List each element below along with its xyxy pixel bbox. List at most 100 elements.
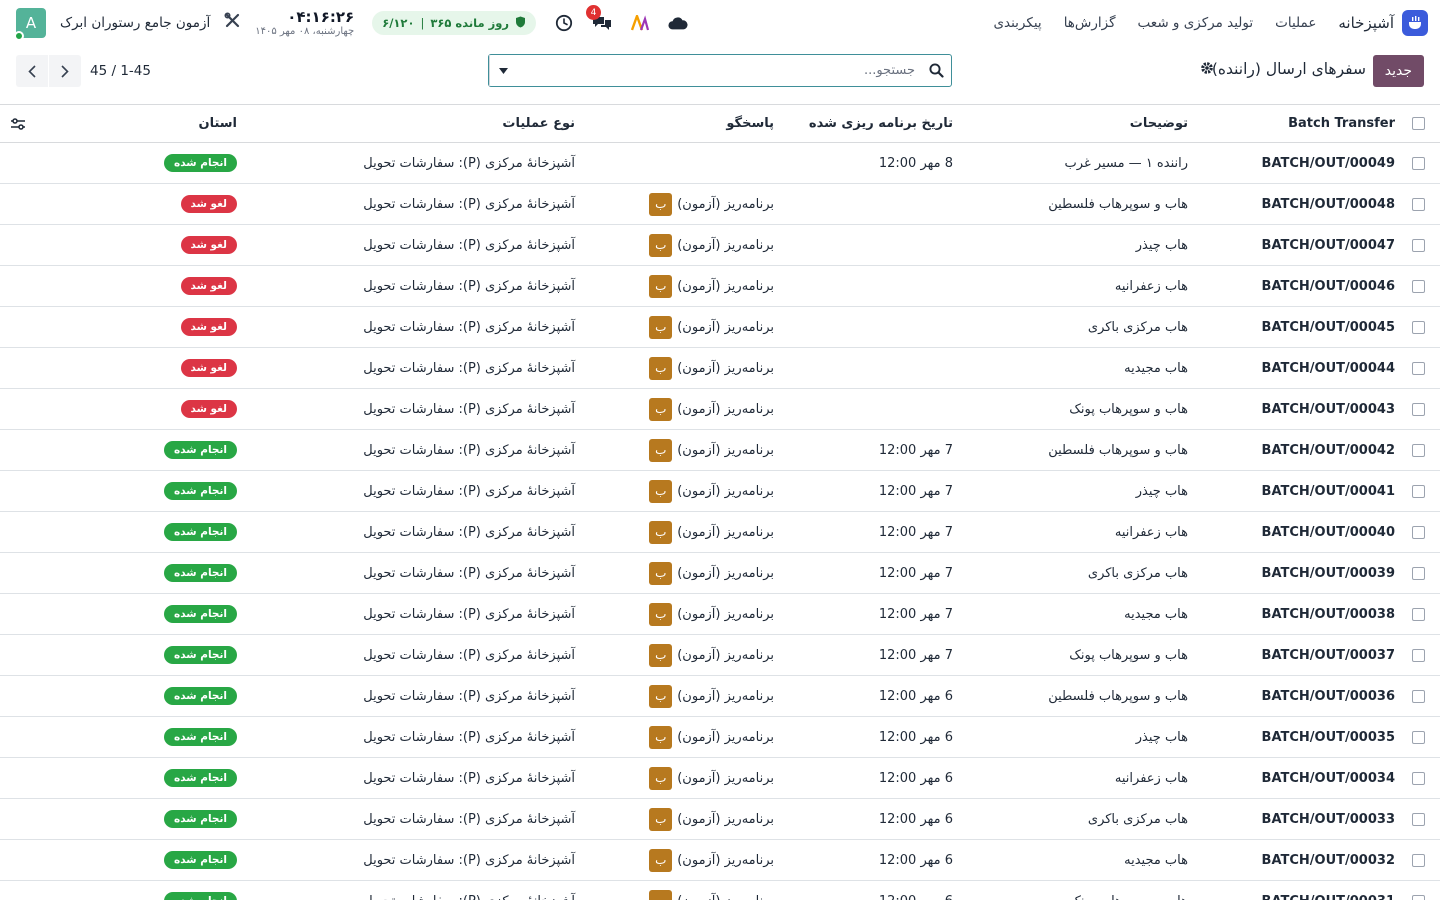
- column-header-state[interactable]: استان: [198, 105, 237, 142]
- batch-description: هاب زعفرانیه: [1114, 770, 1188, 786]
- batch-description: هاب زعفرانیه: [1114, 278, 1188, 294]
- column-header-name[interactable]: Batch Transfer: [1288, 105, 1395, 142]
- row-checkbox[interactable]: [1406, 184, 1430, 224]
- search-options-toggle[interactable]: [489, 55, 517, 86]
- tools-icon[interactable]: [224, 12, 241, 34]
- row-checkbox[interactable]: [1406, 676, 1430, 716]
- clock-widget: ۰۴:۱۶:۲۶ چهارشنبه، ۰۸ مهر ۱۴۰۵: [255, 8, 354, 38]
- table-row[interactable]: BATCH/OUT/00047 هاب چیذر ب برنامه‌ریز (آزمو…: [0, 225, 1440, 266]
- row-checkbox[interactable]: [1406, 799, 1430, 839]
- pager-range: 1-45: [120, 63, 151, 79]
- top-navbar: آشپزخانه عملیات تولید مرکزی و شعب گزارش‌…: [0, 0, 1440, 46]
- operation-type: آشپزخانهٔ مرکزی (P): سفارشات تحویل: [363, 483, 575, 499]
- batch-description: هاب مرکزی باکری: [1087, 811, 1188, 827]
- row-checkbox[interactable]: [1406, 143, 1430, 183]
- column-header-responsible[interactable]: پاسخگو: [726, 105, 774, 142]
- chevron-left-icon: [28, 64, 36, 78]
- row-checkbox[interactable]: [1406, 881, 1430, 900]
- select-all-checkbox[interactable]: [1406, 105, 1430, 142]
- company-name[interactable]: آزمون جامع رستوران ابرک: [60, 15, 210, 31]
- table-row[interactable]: BATCH/OUT/00048 هاب و سوپرهاب فلسطین ب برنا…: [0, 184, 1440, 225]
- scheduled-date: 7 مهر 12:00: [878, 606, 953, 622]
- row-checkbox[interactable]: [1406, 512, 1430, 552]
- subscription-separator: |: [420, 16, 425, 30]
- shield-icon: [515, 16, 526, 31]
- scheduled-date: 7 مهر 12:00: [878, 442, 953, 458]
- table-row[interactable]: BATCH/OUT/00049 راننده ۱ — مسیر غرب 8 مهر …: [0, 143, 1440, 184]
- operation-type: آشپزخانهٔ مرکزی (P): سفارشات تحویل: [363, 196, 575, 212]
- kitchen-app-icon[interactable]: [1402, 10, 1428, 36]
- row-checkbox[interactable]: [1406, 758, 1430, 798]
- row-checkbox[interactable]: [1406, 717, 1430, 757]
- row-checkbox[interactable]: [1406, 266, 1430, 306]
- batch-name: BATCH/OUT/00039: [1261, 565, 1395, 581]
- table-row[interactable]: BATCH/OUT/00033 هاب مرکزی باکری 6 مهر 12:0…: [0, 799, 1440, 840]
- responsible-avatar: ب: [649, 315, 673, 339]
- table-row[interactable]: BATCH/OUT/00039 هاب مرکزی باکری 7 مهر 12:0…: [0, 553, 1440, 594]
- row-checkbox[interactable]: [1406, 307, 1430, 347]
- row-checkbox[interactable]: [1406, 594, 1430, 634]
- responsible-name: برنامه‌ریز (آزمون): [677, 894, 774, 900]
- menu-configuration[interactable]: پیکربندی: [993, 15, 1041, 31]
- gear-icon[interactable]: [1200, 61, 1214, 79]
- batch-name: BATCH/OUT/00043: [1261, 401, 1395, 417]
- responsible-avatar: ب: [649, 643, 673, 667]
- new-button[interactable]: جدید: [1372, 55, 1424, 87]
- responsible-user: ببرنامه‌ریز (آزمون): [649, 479, 774, 503]
- responsible-name: برنامه‌ریز (آزمون): [677, 401, 774, 417]
- pager-next-button[interactable]: [49, 55, 81, 87]
- column-header-operation-type[interactable]: نوع عملیات: [502, 105, 575, 142]
- pager: 45 / 1-45: [16, 55, 151, 87]
- responsible-avatar: ب: [649, 807, 673, 831]
- row-checkbox[interactable]: [1406, 225, 1430, 265]
- row-checkbox[interactable]: [1406, 348, 1430, 388]
- column-header-description[interactable]: توضیحات: [1130, 105, 1188, 142]
- table-row[interactable]: BATCH/OUT/00035 هاب چیذر 6 مهر 12:00 ب برنام…: [0, 717, 1440, 758]
- batch-description: هاب و سوپرهاب پونک: [1069, 401, 1188, 417]
- pager-value[interactable]: 45 / 1-45: [90, 63, 151, 79]
- online-status-icon: [14, 31, 24, 41]
- row-checkbox[interactable]: [1406, 471, 1430, 511]
- table-row[interactable]: BATCH/OUT/00045 هاب مرکزی باکری ب برنامه‌ری…: [0, 307, 1440, 348]
- table-row[interactable]: BATCH/OUT/00046 هاب زعفرانیه ب برنامه‌ریز (…: [0, 266, 1440, 307]
- batch-name: BATCH/OUT/00032: [1261, 852, 1395, 868]
- optional-columns-icon[interactable]: [10, 105, 26, 142]
- responsible-user: ببرنامه‌ریز (آزمون): [649, 315, 774, 339]
- pager-total: 45: [90, 63, 108, 79]
- app-brand[interactable]: آشپزخانه: [1338, 14, 1394, 32]
- responsible-name: برنامه‌ریز (آزمون): [677, 647, 774, 663]
- table-row[interactable]: BATCH/OUT/00044 هاب مجیدیه ب برنامه‌ریز (آز…: [0, 348, 1440, 389]
- table-row[interactable]: BATCH/OUT/00041 هاب چیذر 7 مهر 12:00 ب برنام…: [0, 471, 1440, 512]
- table-row[interactable]: BATCH/OUT/00034 هاب زعفرانیه 6 مهر 12:00 ب ب…: [0, 758, 1440, 799]
- row-checkbox[interactable]: [1406, 553, 1430, 593]
- table-row[interactable]: BATCH/OUT/00036 هاب و سوپرهاب فلسطین 6 مهر…: [0, 676, 1440, 717]
- ai-icon[interactable]: [630, 13, 650, 33]
- search-input[interactable]: [517, 55, 921, 86]
- menu-reports[interactable]: گزارش‌ها: [1064, 15, 1116, 31]
- search-icon[interactable]: [921, 63, 951, 78]
- table-row[interactable]: BATCH/OUT/00042 هاب و سوپرهاب فلسطین 7 مهر…: [0, 430, 1440, 471]
- table-row[interactable]: BATCH/OUT/00040 هاب زعفرانیه 7 مهر 12:00 ب ب…: [0, 512, 1440, 553]
- status-badge: انجام شده: [164, 687, 237, 705]
- pager-previous-button[interactable]: [16, 55, 48, 87]
- page-title: سفرهای ارسال (راننده): [1211, 60, 1366, 78]
- row-checkbox[interactable]: [1406, 430, 1430, 470]
- user-avatar[interactable]: A: [14, 8, 46, 41]
- table-row[interactable]: BATCH/OUT/00031 هاب و سوپرهاب پونک 6 مهر 1…: [0, 881, 1440, 900]
- menu-operations[interactable]: عملیات: [1275, 15, 1316, 31]
- status-badge: انجام شده: [164, 646, 237, 664]
- table-row[interactable]: BATCH/OUT/00038 هاب مجیدیه 7 مهر 12:00 ب برن…: [0, 594, 1440, 635]
- row-checkbox[interactable]: [1406, 840, 1430, 880]
- menu-central-production[interactable]: تولید مرکزی و شعب: [1138, 15, 1254, 31]
- chat-icon[interactable]: 4: [586, 5, 612, 33]
- activity-clock-icon[interactable]: [554, 13, 574, 33]
- subscription-badge[interactable]: ۶/۱۲۰ | ۳۶۵ روز مانده: [372, 11, 536, 35]
- table-row[interactable]: BATCH/OUT/00037 هاب و سوپرهاب پونک 7 مهر 1…: [0, 635, 1440, 676]
- row-checkbox[interactable]: [1406, 389, 1430, 429]
- row-checkbox[interactable]: [1406, 635, 1430, 675]
- column-header-scheduled-date[interactable]: تاریخ برنامه ریزی شده: [809, 105, 953, 142]
- table-row[interactable]: BATCH/OUT/00032 هاب مجیدیه 6 مهر 12:00 ب برن…: [0, 840, 1440, 881]
- cloud-icon[interactable]: [668, 13, 688, 33]
- table-row[interactable]: BATCH/OUT/00043 هاب و سوپرهاب پونک ب برنامه…: [0, 389, 1440, 430]
- scheduled-date: 6 مهر 12:00: [878, 770, 953, 786]
